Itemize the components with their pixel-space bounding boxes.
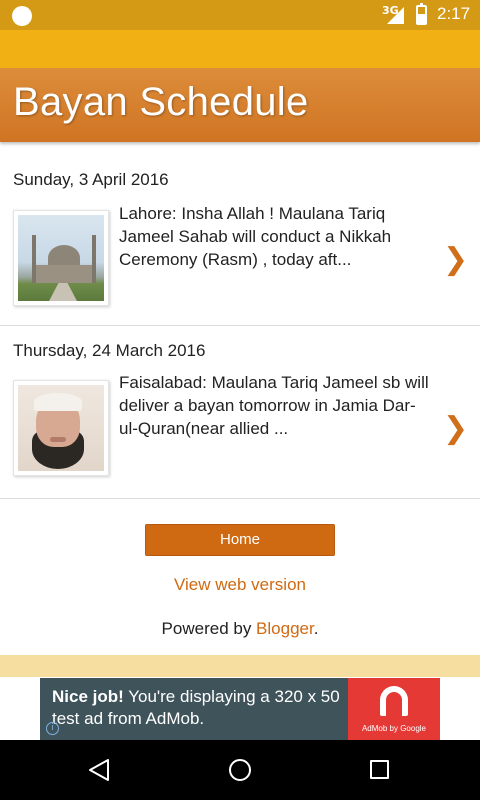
navigation-bar: [0, 740, 480, 800]
admob-icon: [380, 686, 408, 716]
status-bar: 3G 2:17: [0, 0, 480, 30]
ad-text[interactable]: Nice job! You're displaying a 320 x 50 t…: [52, 686, 352, 730]
post-snippet[interactable]: Lahore: Insha Allah ! Maulana Tariq Jame…: [119, 202, 429, 271]
chevron-right-icon[interactable]: ❯: [443, 411, 468, 446]
blogger-link[interactable]: Blogger: [256, 619, 314, 638]
info-icon[interactable]: i: [46, 722, 59, 735]
post-thumbnail[interactable]: [13, 210, 109, 306]
post-item[interactable]: Thursday, 24 March 2016 Faisalabad: Maul…: [0, 326, 480, 499]
clock: 2:17: [437, 4, 471, 23]
powered-by-prefix: Powered by: [161, 619, 257, 638]
ad-brand: AdMob by Google: [361, 724, 427, 733]
home-icon[interactable]: [229, 759, 251, 781]
post-thumbnail[interactable]: [13, 380, 109, 476]
powered-by: Powered by Blogger.: [0, 619, 480, 639]
bottom-band: [0, 655, 480, 677]
post-date: Sunday, 3 April 2016: [13, 170, 169, 189]
battery-icon: [416, 3, 427, 25]
ad-headline: Nice job!: [52, 687, 124, 706]
app-header: Bayan Schedule: [0, 68, 480, 142]
recent-apps-icon[interactable]: [370, 760, 389, 779]
chevron-right-icon[interactable]: ❯: [443, 242, 468, 277]
post-snippet[interactable]: Faisalabad: Maulana Tariq Jameel sb will…: [119, 371, 429, 440]
top-band: [0, 30, 480, 68]
notification-dot-icon: [12, 6, 32, 26]
signal-icon: [387, 7, 404, 24]
view-web-version-link[interactable]: View web version: [0, 575, 480, 595]
ad-banner[interactable]: Nice job! You're displaying a 320 x 50 t…: [40, 678, 440, 740]
home-button[interactable]: Home: [145, 524, 335, 556]
portrait-image: [18, 385, 104, 471]
admob-logo[interactable]: AdMob by Google: [348, 678, 440, 740]
back-icon[interactable]: [88, 758, 110, 782]
powered-by-suffix: .: [313, 619, 319, 638]
page-title[interactable]: Bayan Schedule: [13, 80, 309, 125]
post-item[interactable]: Sunday, 3 April 2016 Lahore: Insha Allah…: [0, 142, 480, 326]
mosque-image: [18, 215, 104, 301]
post-date: Thursday, 24 March 2016: [13, 341, 206, 360]
